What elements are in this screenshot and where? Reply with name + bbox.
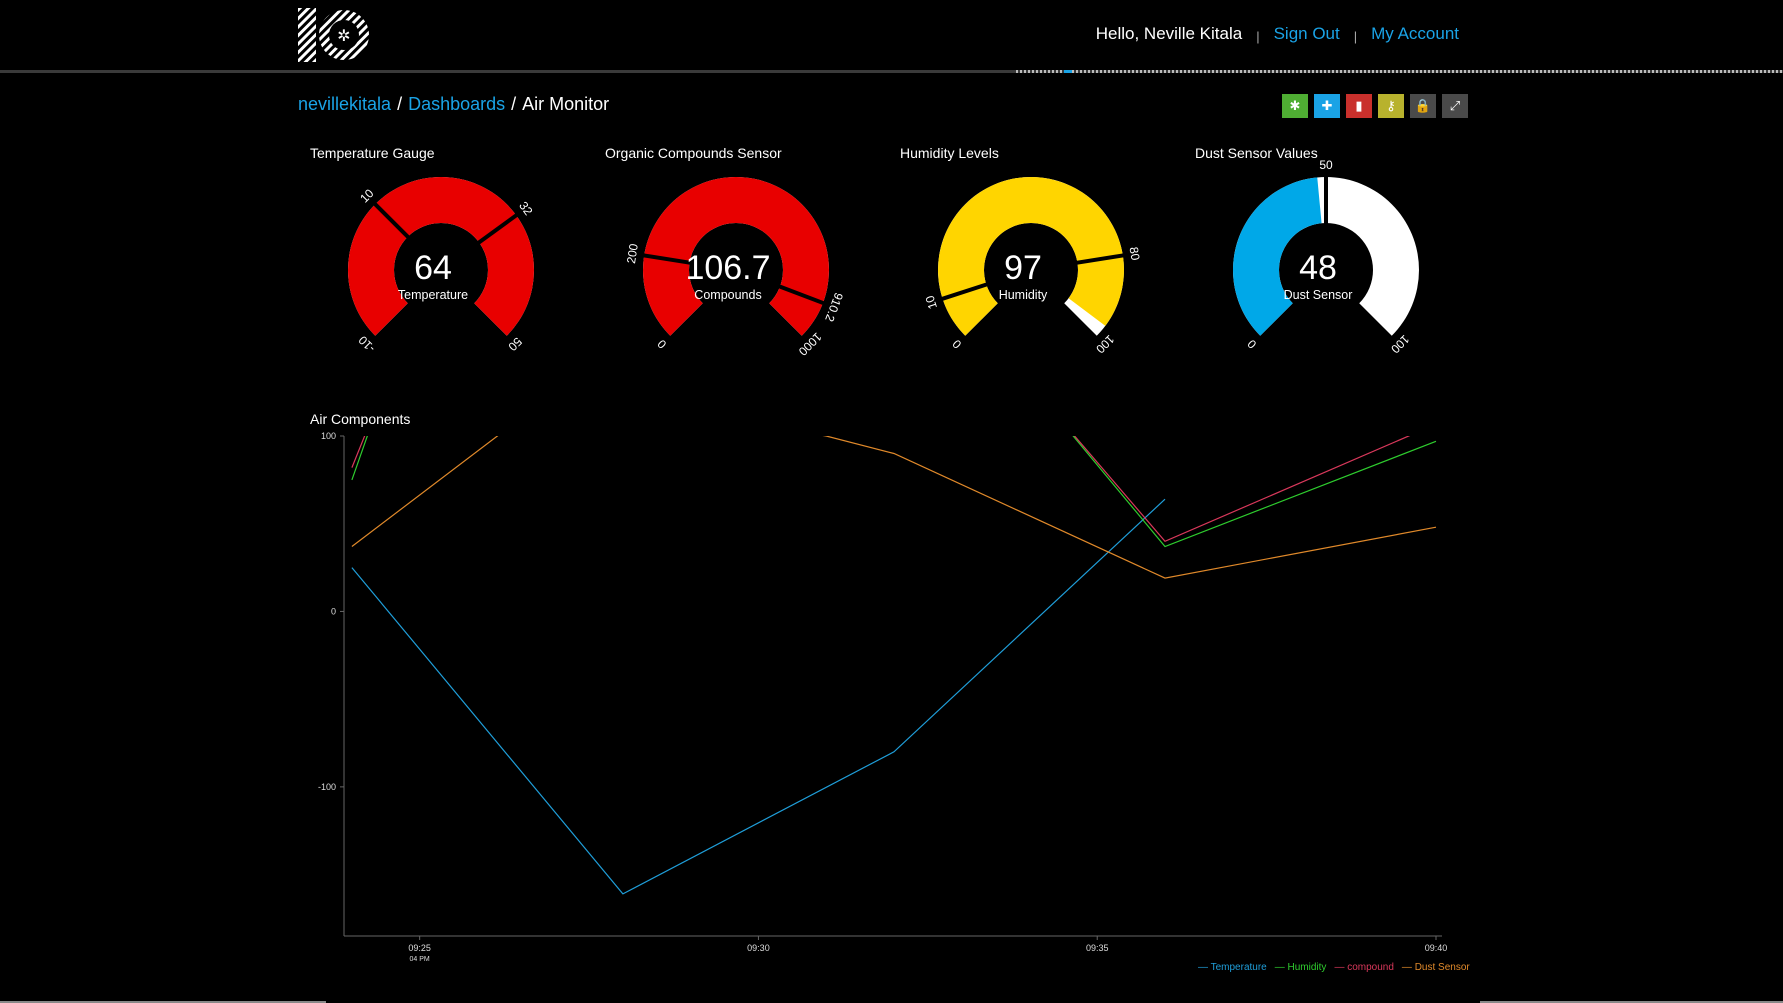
gauge-label: Dust Sensor bbox=[1283, 288, 1353, 302]
gauge-max-label: 100 bbox=[1093, 332, 1117, 356]
x-tick-label: 09:30 bbox=[747, 943, 770, 953]
gauge-min-label: 0 bbox=[1244, 337, 1259, 352]
gauge-panel[interactable]: 10 32 -10 50 Temperature Gauge 64 Temperature bbox=[298, 143, 568, 358]
gauge-panel[interactable]: 200 910.2 0 1000 Organic Compounds Sensor 106… bbox=[593, 143, 863, 358]
gauge-title: Temperature Gauge bbox=[310, 145, 435, 161]
key-icon: ⚷ bbox=[1386, 98, 1396, 113]
gauge-value: 48 bbox=[1299, 249, 1337, 287]
series-line-temperature[interactable] bbox=[351, 498, 1166, 895]
gauge-title: Humidity Levels bbox=[900, 145, 999, 161]
dashboard-toolbar: ✱ ✚ ▮ ⚷ 🔒 ⤢ bbox=[1282, 94, 1468, 118]
y-tick-label: 100 bbox=[321, 431, 336, 441]
gauge-panel[interactable]: 10 80 0 100 Humidity Levels 97 Humidity bbox=[888, 143, 1158, 358]
legend-item[interactable]: — Humidity bbox=[1275, 962, 1327, 973]
gauge-label: Temperature bbox=[397, 288, 469, 302]
gauge-max-label: 1000 bbox=[796, 330, 825, 358]
breadcrumb-separator: / bbox=[511, 94, 517, 114]
y-tick-label: 0 bbox=[331, 606, 336, 616]
gauge-threshold-label: 50 bbox=[1319, 158, 1333, 172]
breadcrumb: nevillekitala / Dashboards / Air Monitor bbox=[298, 94, 609, 115]
gauge-min-label: 0 bbox=[654, 337, 669, 352]
x-tick-label: 09:40 bbox=[1425, 943, 1448, 953]
legend-item[interactable]: — Temperature bbox=[1198, 962, 1267, 973]
gauge-label: Humidity bbox=[998, 288, 1048, 302]
loading-progress bbox=[1064, 70, 1072, 73]
sign-out-link[interactable]: Sign Out bbox=[1274, 24, 1340, 44]
nav-separator: | bbox=[1256, 28, 1260, 44]
series-line-humidity[interactable] bbox=[351, 430, 1437, 548]
nav-separator: | bbox=[1353, 28, 1358, 44]
breadcrumb-dashboards-link[interactable]: Dashboards bbox=[408, 94, 505, 115]
x-tick-sublabel: 04 PM bbox=[410, 956, 430, 963]
breadcrumb-separator: / bbox=[397, 94, 403, 114]
key-button[interactable]: ⚷ bbox=[1378, 94, 1404, 118]
gauge-max-label: 100 bbox=[1388, 332, 1412, 356]
settings-button[interactable]: ✱ bbox=[1282, 94, 1308, 118]
svg-text:✲: ✲ bbox=[337, 26, 350, 45]
gauge-max-label: 50 bbox=[505, 334, 525, 354]
delete-button[interactable]: ▮ bbox=[1346, 94, 1372, 118]
my-account-link[interactable]: My Account bbox=[1371, 24, 1459, 44]
greeting-text: Hello, Neville Kitala bbox=[1095, 24, 1243, 43]
plus-icon: ✚ bbox=[1321, 98, 1333, 113]
gauge-value: 97 bbox=[1004, 249, 1042, 287]
fullscreen-button[interactable]: ⤢ bbox=[1442, 94, 1468, 118]
gauge-title: Organic Compounds Sensor bbox=[605, 145, 782, 161]
gauge-value: 64 bbox=[414, 249, 452, 287]
add-block-button[interactable]: ✚ bbox=[1314, 94, 1340, 118]
series-line-compound[interactable] bbox=[351, 430, 1436, 543]
gauge-threshold-label: 32 bbox=[516, 199, 535, 218]
x-tick-label: 09:25 bbox=[408, 943, 431, 953]
page-title: Air Monitor bbox=[522, 94, 610, 114]
trash-icon: ▮ bbox=[1355, 98, 1363, 113]
breadcrumb-user-link[interactable]: nevillekitala bbox=[298, 94, 391, 115]
lock-icon: 🔒 bbox=[1414, 98, 1432, 113]
header-divider bbox=[0, 70, 1783, 73]
legend-item[interactable]: — Dust Sensor bbox=[1402, 962, 1470, 973]
expand-icon: ⤢ bbox=[1449, 98, 1461, 113]
gauge-min-label: -10 bbox=[356, 333, 378, 355]
chart-title: Air Components bbox=[310, 411, 411, 427]
x-tick-label: 09:35 bbox=[1086, 943, 1109, 953]
lock-button[interactable]: 🔒 bbox=[1410, 94, 1436, 118]
loading-indicator bbox=[1016, 70, 1783, 73]
air-components-line-chart[interactable]: 100 0 -100 09:25 04 PM 09:30 09:35 09:40 bbox=[300, 430, 1450, 970]
series-group bbox=[351, 430, 1437, 895]
gauge-title: Dust Sensor Values bbox=[1195, 145, 1318, 161]
gauge-min-label: 0 bbox=[949, 337, 964, 352]
chart-legend: — Temperature — Humidity — compound — Dust … bbox=[1198, 962, 1470, 973]
adafruit-io-logo[interactable]: ✲ bbox=[298, 8, 372, 62]
gear-icon: ✱ bbox=[1289, 98, 1301, 113]
gauge-label: Compounds bbox=[694, 288, 762, 302]
legend-item[interactable]: — compound bbox=[1334, 962, 1393, 973]
gauge-value: 106.7 bbox=[685, 249, 771, 287]
user-nav: Hello, Neville Kitala | Sign Out | My Ac… bbox=[1096, 24, 1459, 44]
gauge-threshold-label: 10 bbox=[357, 186, 377, 206]
top-navigation-bar: ✲ Hello, Neville Kitala | Sign Out | My … bbox=[0, 0, 1783, 72]
gauge-panel[interactable]: 50 0 100 Dust Sensor Values 48 Dust Sensor bbox=[1183, 143, 1453, 358]
y-tick-label: -100 bbox=[318, 782, 336, 792]
